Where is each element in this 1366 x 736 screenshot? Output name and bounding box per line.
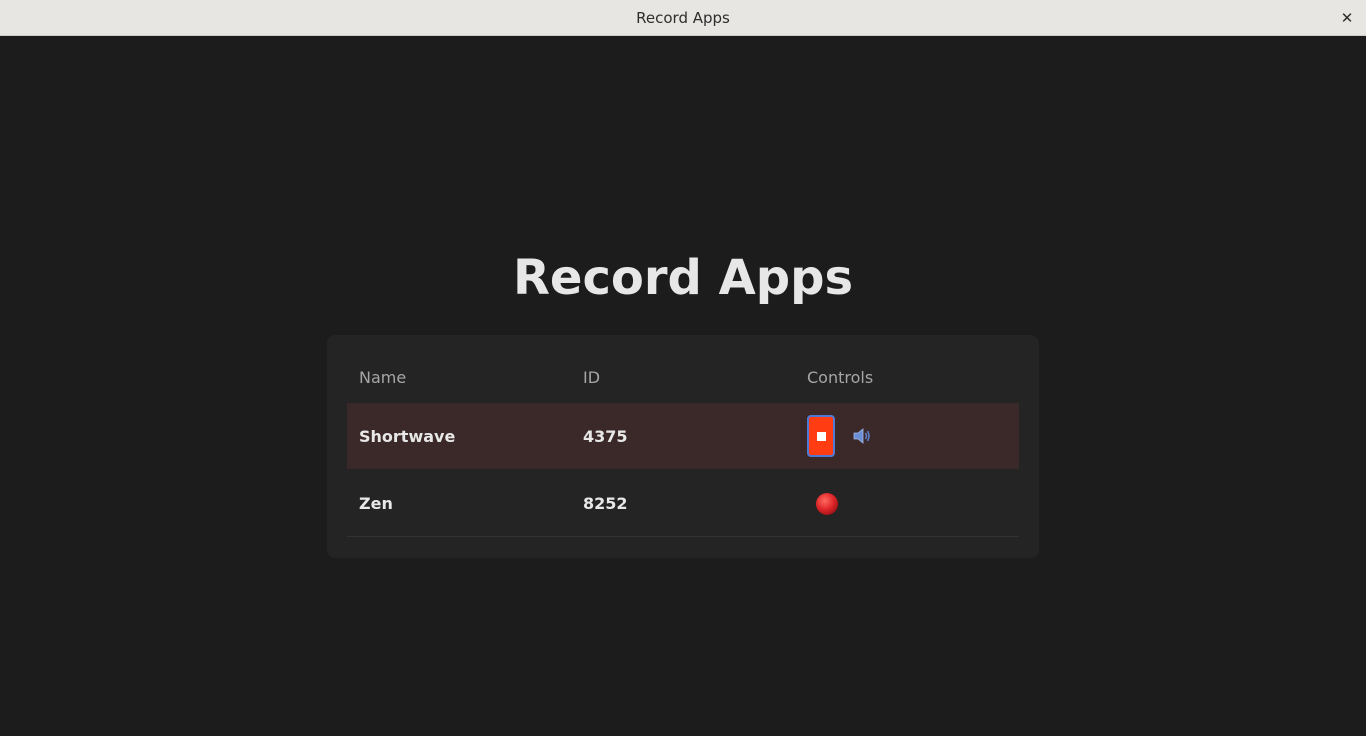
- table-row: Shortwave 4375: [347, 403, 1019, 469]
- column-header-id: ID: [583, 367, 601, 387]
- record-button[interactable]: [815, 492, 839, 516]
- close-icon: ✕: [1340, 9, 1354, 27]
- app-name: Zen: [359, 494, 393, 513]
- window-title: Record Apps: [636, 9, 730, 27]
- speaker-icon[interactable]: [851, 425, 873, 447]
- app-id: 4375: [583, 426, 628, 446]
- close-button[interactable]: ✕: [1338, 9, 1356, 27]
- column-header-controls: Controls: [807, 367, 874, 387]
- table-row: Zen 8252: [347, 471, 1019, 537]
- row-controls: [807, 471, 1019, 536]
- row-controls: [807, 403, 1019, 469]
- apps-table-card: Name ID Controls Shortwave 4375 Zen 8252: [327, 335, 1039, 558]
- window-titlebar: Record Apps ✕: [0, 0, 1366, 36]
- table-header: Name ID Controls: [347, 359, 1019, 395]
- app-id: 8252: [583, 494, 628, 513]
- page-title: Record Apps: [512, 250, 854, 306]
- main-content: Record Apps Name ID Controls Shortwave 4…: [0, 37, 1366, 736]
- stop-icon: [816, 431, 826, 441]
- record-icon: [816, 492, 838, 515]
- app-name: Shortwave: [359, 426, 456, 446]
- stop-recording-button[interactable]: [807, 415, 835, 457]
- column-header-name: Name: [359, 367, 407, 387]
